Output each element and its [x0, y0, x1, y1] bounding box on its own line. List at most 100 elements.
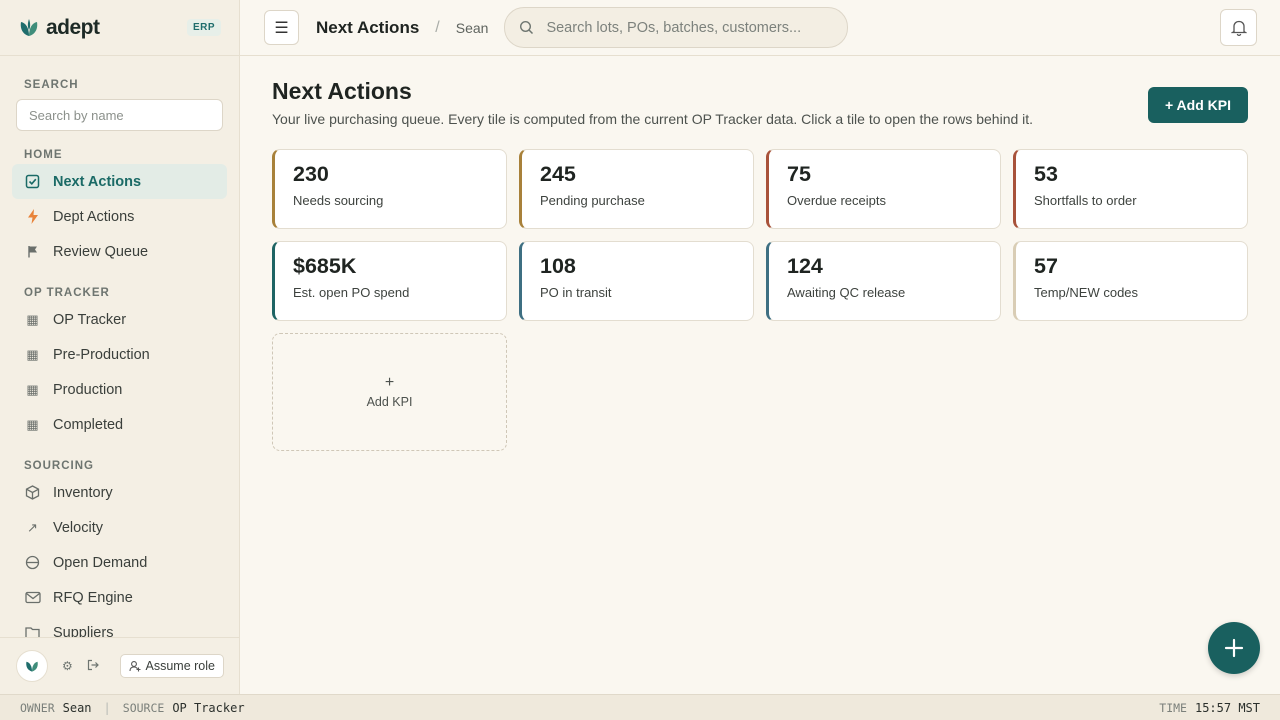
sidebar-item-completed[interactable]: ▦ Completed [12, 407, 227, 442]
kpi-label: Est. open PO spend [293, 285, 410, 300]
sidebar-item-velocity[interactable]: ↗ Velocity [12, 510, 227, 545]
owner-value: Sean [62, 700, 92, 715]
topbar-title: Next Actions [316, 17, 420, 37]
sidebar-item-label: Velocity [53, 519, 103, 536]
status-bar: OWNER Sean | SOURCE OP Tracker TIME 15:5… [0, 694, 1280, 720]
kpi-value: $685K [293, 254, 357, 278]
breadcrumb-user[interactable]: Sean [456, 20, 489, 36]
sidebar-item-review-queue[interactable]: Review Queue [12, 234, 227, 269]
leaf-logo-icon [20, 18, 38, 36]
sidebar-item-label: Review Queue [53, 243, 149, 260]
time-key: TIME [1159, 700, 1187, 715]
kpi-value: 53 [1034, 162, 1058, 186]
kpi-tile-po-in-transit[interactable]: 108 PO in transit [519, 241, 754, 321]
sidebar-item-pre-production[interactable]: ▦ Pre-Production [12, 337, 227, 372]
assume-role-button[interactable]: Assume role [119, 654, 224, 678]
kpi-value: 124 [787, 254, 823, 278]
kpi-label: Needs sourcing [293, 193, 384, 208]
sidebar-item-label: RFQ Engine [53, 589, 133, 606]
kpi-value: 230 [293, 162, 329, 186]
kpi-tile-awaiting-qc-release[interactable]: 124 Awaiting QC release [766, 241, 1001, 321]
status-time: TIME 15:57 MST [1159, 701, 1260, 715]
brand-name: adept [46, 15, 100, 39]
kpi-tile-pending-purchase[interactable]: 245 Pending purchase [519, 149, 754, 229]
sidebar-item-label: Inventory [53, 484, 113, 501]
nav-group-title: SOURCING [24, 460, 94, 472]
sidebar-footer: ⚙ Assume role [0, 637, 239, 694]
bell-icon [1230, 20, 1247, 36]
kpi-label: Temp/NEW codes [1034, 285, 1139, 300]
sidebar-item-dept-actions[interactable]: Dept Actions [12, 199, 227, 234]
sidebar-item-label: Open Demand [53, 554, 148, 571]
main-content: Next Actions Your live purchasing queue.… [240, 56, 1280, 694]
nav-group-op-tracker: OP TRACKER ▦ OP Tracker ▦ Pre-Production… [0, 287, 239, 442]
sidebar-item-inventory[interactable]: Inventory [12, 475, 227, 510]
kpi-label: PO in transit [540, 285, 612, 300]
erp-badge: ERP [186, 19, 221, 36]
table-icon: ▦ [26, 346, 39, 362]
kpi-value: 108 [540, 254, 576, 278]
kpi-value: 245 [540, 162, 576, 186]
global-search-input[interactable]: Search lots, POs, batches, customers... [504, 7, 849, 48]
kpi-tile-open-po-spend[interactable]: $685K Est. open PO spend [272, 241, 507, 321]
global-search-placeholder: Search lots, POs, batches, customers... [546, 19, 802, 36]
floating-add-button[interactable] [1208, 622, 1260, 674]
add-kpi-tile-label: Add KPI [366, 395, 413, 409]
bolt-icon [24, 209, 41, 224]
notifications-button[interactable] [1220, 9, 1257, 46]
source-key: SOURCE [122, 700, 165, 715]
kpi-tile-temp-new-codes[interactable]: 57 Temp/NEW codes [1013, 241, 1248, 321]
cube-icon [24, 485, 41, 500]
search-icon [520, 20, 534, 35]
leaf-avatar-icon [26, 661, 38, 672]
sidebar-item-label: Completed [53, 416, 124, 433]
brand-logo[interactable]: adept [18, 16, 100, 40]
kpi-value: 75 [787, 162, 811, 186]
add-kpi-tile[interactable]: + Add KPI [272, 333, 507, 451]
status-separator: | [103, 700, 111, 715]
topbar: ☰ Next Actions / Sean Search lots, POs, … [240, 0, 1280, 56]
user-switch-icon [128, 661, 141, 672]
avatar[interactable] [16, 650, 48, 682]
sidebar-item-label: Pre-Production [53, 346, 150, 363]
search-section-title: SEARCH [24, 79, 79, 91]
sidebar-item-open-demand[interactable]: Open Demand [12, 545, 227, 580]
sidebar-item-rfq-engine[interactable]: RFQ Engine [12, 580, 227, 615]
table-icon: ▦ [26, 416, 39, 432]
sidebar-search-input[interactable]: Search by name [16, 99, 223, 131]
kpi-label: Awaiting QC release [787, 285, 906, 300]
sidebar-item-production[interactable]: ▦ Production [12, 372, 227, 407]
kpi-label: Overdue receipts [787, 193, 886, 208]
sidebar-item-op-tracker[interactable]: ▦ OP Tracker [12, 302, 227, 337]
menu-toggle-button[interactable]: ☰ [264, 10, 299, 45]
add-kpi-button[interactable]: + Add KPI [1148, 87, 1248, 123]
time-value: 15:57 MST [1194, 700, 1260, 715]
sidebar: adept ERP SEARCH Search by name HOME Nex… [0, 0, 240, 694]
sidebar-item-label: Dept Actions [53, 208, 135, 225]
kpi-tile-shortfalls-to-order[interactable]: 53 Shortfalls to order [1013, 149, 1248, 229]
plus-icon: + [384, 374, 395, 391]
kpi-tile-overdue-receipts[interactable]: 75 Overdue receipts [766, 149, 1001, 229]
sidebar-item-next-actions[interactable]: Next Actions [12, 164, 227, 199]
nav-group-title: HOME [24, 149, 63, 161]
kpi-grid: 230 Needs sourcing 245 Pending purchase … [272, 149, 1248, 451]
table-icon: ▦ [26, 311, 39, 327]
breadcrumb-separator: / [435, 18, 440, 36]
brand-header: adept ERP [0, 0, 239, 56]
nav-group-title: OP TRACKER [24, 287, 110, 299]
table-icon: ▦ [26, 381, 39, 397]
nav-group-sourcing: SOURCING Inventory ↗ Velocity Open Deman… [0, 460, 239, 650]
owner-key: OWNER [20, 700, 55, 715]
gear-icon[interactable]: ⚙ [62, 659, 73, 673]
mail-icon [24, 591, 41, 604]
sidebar-item-label: Next Actions [53, 173, 142, 190]
checkbox-icon [24, 174, 41, 189]
trend-icon: ↗ [27, 519, 38, 535]
logout-icon[interactable] [87, 659, 99, 674]
page-title: Next Actions [272, 78, 412, 104]
minus-circle-icon [24, 555, 41, 570]
kpi-tile-needs-sourcing[interactable]: 230 Needs sourcing [272, 149, 507, 229]
plus-icon [1224, 638, 1244, 658]
kpi-value: 57 [1034, 254, 1058, 278]
hamburger-icon: ☰ [274, 19, 289, 37]
